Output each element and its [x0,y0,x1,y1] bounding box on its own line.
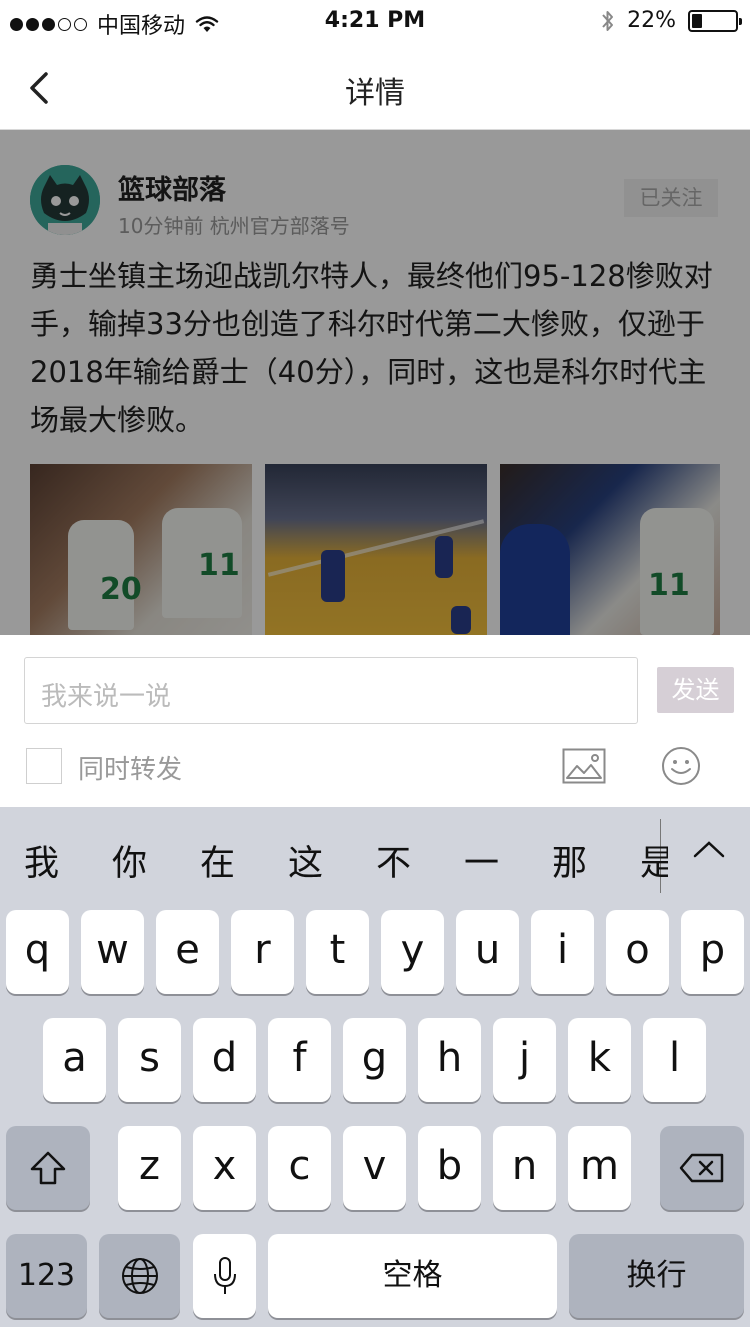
comment-panel: 我来说一说 发送 同时转发 [0,635,750,807]
shift-icon [30,1151,66,1185]
key-b[interactable]: b [418,1126,481,1210]
return-key[interactable]: 换行 [569,1234,744,1318]
candidate-word[interactable]: 是 [640,835,668,886]
key-n[interactable]: n [493,1126,556,1210]
candidate-word[interactable]: 这 [288,835,323,886]
send-button[interactable]: 发送 [657,667,734,713]
key-c[interactable]: c [268,1126,331,1210]
candidate-word[interactable]: 在 [200,835,235,886]
candidate-word[interactable]: 那 [552,835,587,886]
repost-checkbox[interactable] [26,748,62,784]
status-bar-right: 22% [601,8,742,33]
key-p[interactable]: p [681,910,744,994]
numbers-key[interactable]: 123 [6,1234,87,1318]
signal-strength-icon [10,17,87,31]
backspace-key[interactable] [660,1126,744,1210]
shift-key[interactable] [6,1126,90,1210]
image-icon[interactable] [562,748,606,784]
key-g[interactable]: g [343,1018,406,1102]
chevron-up-icon[interactable] [692,839,726,859]
battery-level [692,13,703,28]
battery-icon [688,9,742,32]
key-z[interactable]: z [118,1126,181,1210]
key-t[interactable]: t [306,910,369,994]
microphone-icon [213,1257,236,1294]
candidate-word[interactable]: 你 [112,835,147,886]
bluetooth-icon [602,10,614,31]
key-l[interactable]: l [643,1018,706,1102]
key-w[interactable]: w [81,910,144,994]
key-v[interactable]: v [343,1126,406,1210]
candidate-bar: 我你在这不一那是 [0,807,750,907]
globe-icon [121,1258,158,1294]
key-k[interactable]: k [568,1018,631,1102]
nav-bar: 详情 [0,44,750,130]
post-detail: 篮球部落 10分钟前 杭州官方部落号 已关注 勇士坐镇主场迎战凯尔特人，最终他们… [0,130,750,765]
key-o[interactable]: o [606,910,669,994]
key-r[interactable]: r [231,910,294,994]
key-a[interactable]: a [43,1018,106,1102]
backspace-icon [679,1153,724,1183]
key-j[interactable]: j [493,1018,556,1102]
wifi-icon [195,16,219,32]
status-bar-left: 中国移动 [10,8,219,40]
key-f[interactable]: f [268,1018,331,1102]
smiley-icon[interactable] [661,746,701,786]
page-title: 详情 [345,76,405,111]
candidate-word[interactable]: 我 [24,835,59,886]
keyboard: 我你在这不一那是 qwertyuiopasdfghjklzxcvbnm 123 … [0,807,750,1327]
key-m[interactable]: m [568,1126,631,1210]
candidate-word[interactable]: 一 [464,835,499,886]
candidate-word[interactable]: 不 [376,835,411,886]
key-y[interactable]: y [381,910,444,994]
key-d[interactable]: d [193,1018,256,1102]
key-x[interactable]: x [193,1126,256,1210]
space-key[interactable]: 空格 [268,1234,557,1318]
key-h[interactable]: h [418,1018,481,1102]
key-u[interactable]: u [456,910,519,994]
key-q[interactable]: q [6,910,69,994]
key-i[interactable]: i [531,910,594,994]
battery-percent: 22% [627,8,676,33]
globe-key[interactable] [99,1234,180,1318]
microphone-key[interactable] [193,1234,256,1318]
key-e[interactable]: e [156,910,219,994]
key-s[interactable]: s [118,1018,181,1102]
comment-input[interactable]: 我来说一说 [24,657,638,724]
carrier-name: 中国移动 [97,14,186,39]
repost-label[interactable]: 同时转发 [78,749,182,786]
status-bar: 中国移动 4:21 PM 22% [0,0,750,44]
